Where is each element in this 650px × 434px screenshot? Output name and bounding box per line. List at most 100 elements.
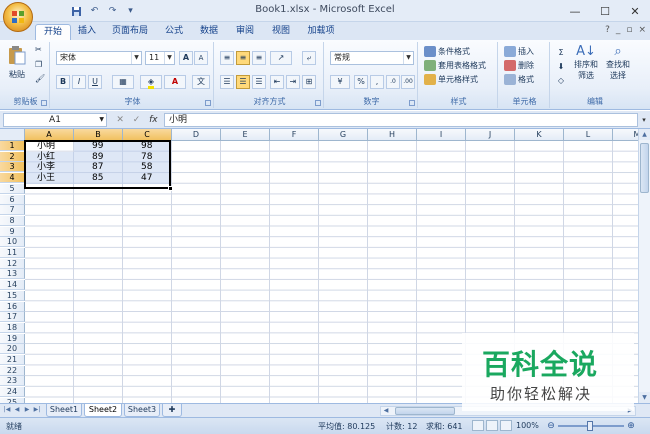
tab-data[interactable]: 数据 (195, 24, 223, 40)
row-header-17[interactable]: 17 (0, 312, 25, 323)
format-painter-icon[interactable]: 🖌 (35, 74, 45, 83)
font-launcher-icon[interactable] (205, 100, 211, 106)
cut-icon[interactable]: ✂ (35, 45, 42, 54)
conditional-format-button[interactable]: 条件格式 (424, 46, 470, 57)
merge-center-icon[interactable]: ⊞ (302, 75, 316, 89)
next-sheet-icon[interactable]: ▶ (23, 406, 31, 413)
office-button[interactable] (3, 2, 33, 32)
format-cells-button[interactable]: 格式 (504, 74, 534, 85)
fill-handle[interactable] (168, 186, 173, 191)
column-header-j[interactable]: J (466, 129, 515, 141)
close-button[interactable]: ✕ (620, 0, 650, 22)
row-header-24[interactable]: 24 (0, 387, 25, 398)
orientation-icon[interactable]: ↗ (270, 51, 292, 65)
zoom-knob[interactable] (587, 421, 593, 431)
row-header-22[interactable]: 22 (0, 365, 25, 376)
font-color-icon[interactable]: A (164, 75, 186, 89)
find-select-button[interactable]: ⌕ 查找和 选择 (606, 44, 630, 81)
align-top-icon[interactable]: ≡ (220, 51, 234, 65)
row-header-16[interactable]: 16 (0, 301, 25, 312)
copy-icon[interactable]: ❐ (35, 60, 42, 69)
vertical-scroll-thumb[interactable] (640, 143, 649, 193)
underline-button[interactable]: U (88, 75, 102, 89)
row-header-23[interactable]: 23 (0, 376, 25, 387)
align-left-icon[interactable]: ☰ (220, 75, 234, 89)
align-bottom-icon[interactable]: ≡ (252, 51, 266, 65)
row-header-15[interactable]: 15 (0, 290, 25, 301)
increase-indent-icon[interactable]: ⇥ (286, 75, 300, 89)
currency-icon[interactable]: ¥ (330, 75, 350, 89)
autosum-icon[interactable]: Σ (554, 46, 568, 60)
row-header-4[interactable]: 4 (0, 173, 25, 184)
bold-button[interactable]: B (56, 75, 70, 89)
normal-view-icon[interactable] (472, 420, 484, 431)
row-header-6[interactable]: 6 (0, 194, 25, 205)
row-header-10[interactable]: 10 (0, 237, 25, 248)
column-header-h[interactable]: H (368, 129, 417, 141)
phonetic-icon[interactable]: 文 (192, 75, 210, 89)
tab-addins[interactable]: 加载项 (303, 24, 339, 40)
vertical-scrollbar[interactable]: ▲ ▼ (638, 129, 650, 403)
row-header-7[interactable]: 7 (0, 205, 25, 216)
ribbon-minimize-icon[interactable]: _ (616, 25, 621, 35)
page-layout-view-icon[interactable] (486, 420, 498, 431)
row-header-21[interactable]: 21 (0, 355, 25, 365)
row-header-19[interactable]: 19 (0, 333, 25, 344)
row-header-18[interactable]: 18 (0, 322, 25, 333)
horizontal-scroll-thumb[interactable] (395, 407, 455, 415)
zoom-slider[interactable]: ⊖ ⊕ (546, 421, 636, 431)
formula-input[interactable]: 小明 (164, 113, 638, 127)
row-header-8[interactable]: 8 (0, 215, 25, 226)
zoom-out-icon[interactable]: ⊖ (546, 421, 556, 431)
clipboard-launcher-icon[interactable] (41, 100, 47, 106)
prev-sheet-icon[interactable]: ◀ (13, 406, 21, 413)
italic-button[interactable]: I (72, 75, 86, 89)
comma-button[interactable]: , (370, 75, 384, 89)
decrease-indent-icon[interactable]: ⇤ (270, 75, 284, 89)
scroll-left-icon[interactable]: ◀ (381, 407, 391, 415)
page-break-view-icon[interactable] (500, 420, 512, 431)
tab-page-layout[interactable]: 页面布局 (108, 24, 152, 40)
row-header-1[interactable]: 1 (0, 141, 25, 151)
select-all-button[interactable] (0, 129, 25, 141)
sheet-tab-sheet1[interactable]: Sheet1 (46, 404, 82, 417)
align-middle-icon[interactable]: ≡ (236, 51, 250, 65)
tab-insert[interactable]: 插入 (74, 24, 100, 40)
ribbon-restore-icon[interactable]: ▫ (626, 25, 632, 35)
shrink-font-button[interactable]: A (194, 51, 208, 65)
cell-styles-button[interactable]: 单元格样式 (424, 74, 478, 85)
column-header-m[interactable]: M (613, 129, 638, 141)
grow-font-button[interactable]: A (179, 51, 193, 65)
font-name-select[interactable]: 宋体 ▼ (56, 51, 142, 65)
column-header-g[interactable]: G (319, 129, 368, 141)
minimize-button[interactable]: — (560, 0, 590, 22)
alignment-launcher-icon[interactable] (315, 100, 321, 106)
increase-decimal-icon[interactable]: .0 (386, 75, 400, 89)
column-header-e[interactable]: E (221, 129, 270, 141)
column-header-l[interactable]: L (564, 129, 613, 141)
fill-icon[interactable]: ⬇ (554, 60, 568, 74)
clear-icon[interactable]: ◇ (554, 74, 568, 88)
paste-button[interactable]: 粘贴 (8, 45, 26, 80)
row-header-20[interactable]: 20 (0, 344, 25, 355)
ribbon-close-icon[interactable]: × (638, 25, 646, 35)
row-header-12[interactable]: 12 (0, 258, 25, 269)
number-launcher-icon[interactable] (409, 100, 415, 106)
column-header-i[interactable]: I (417, 129, 466, 141)
scroll-up-icon[interactable]: ▲ (639, 129, 650, 140)
cancel-icon[interactable]: ✕ (116, 115, 124, 125)
font-size-select[interactable]: 11 ▼ (145, 51, 175, 65)
enter-icon[interactable]: ✓ (133, 115, 141, 125)
format-as-table-button[interactable]: 套用表格格式 (424, 60, 486, 71)
row-header-2[interactable]: 2 (0, 151, 25, 162)
first-sheet-icon[interactable]: |◀ (3, 406, 11, 413)
tab-formulas[interactable]: 公式 (160, 24, 188, 40)
borders-icon[interactable]: ▦ (112, 75, 134, 89)
row-header-13[interactable]: 13 (0, 269, 25, 280)
insert-sheet-icon[interactable]: ✚ (162, 404, 182, 417)
insert-cells-button[interactable]: 插入 (504, 46, 534, 57)
scroll-down-icon[interactable]: ▼ (639, 392, 650, 403)
column-header-k[interactable]: K (515, 129, 564, 141)
zoom-in-icon[interactable]: ⊕ (626, 421, 636, 431)
decrease-decimal-icon[interactable]: .00 (401, 75, 415, 89)
